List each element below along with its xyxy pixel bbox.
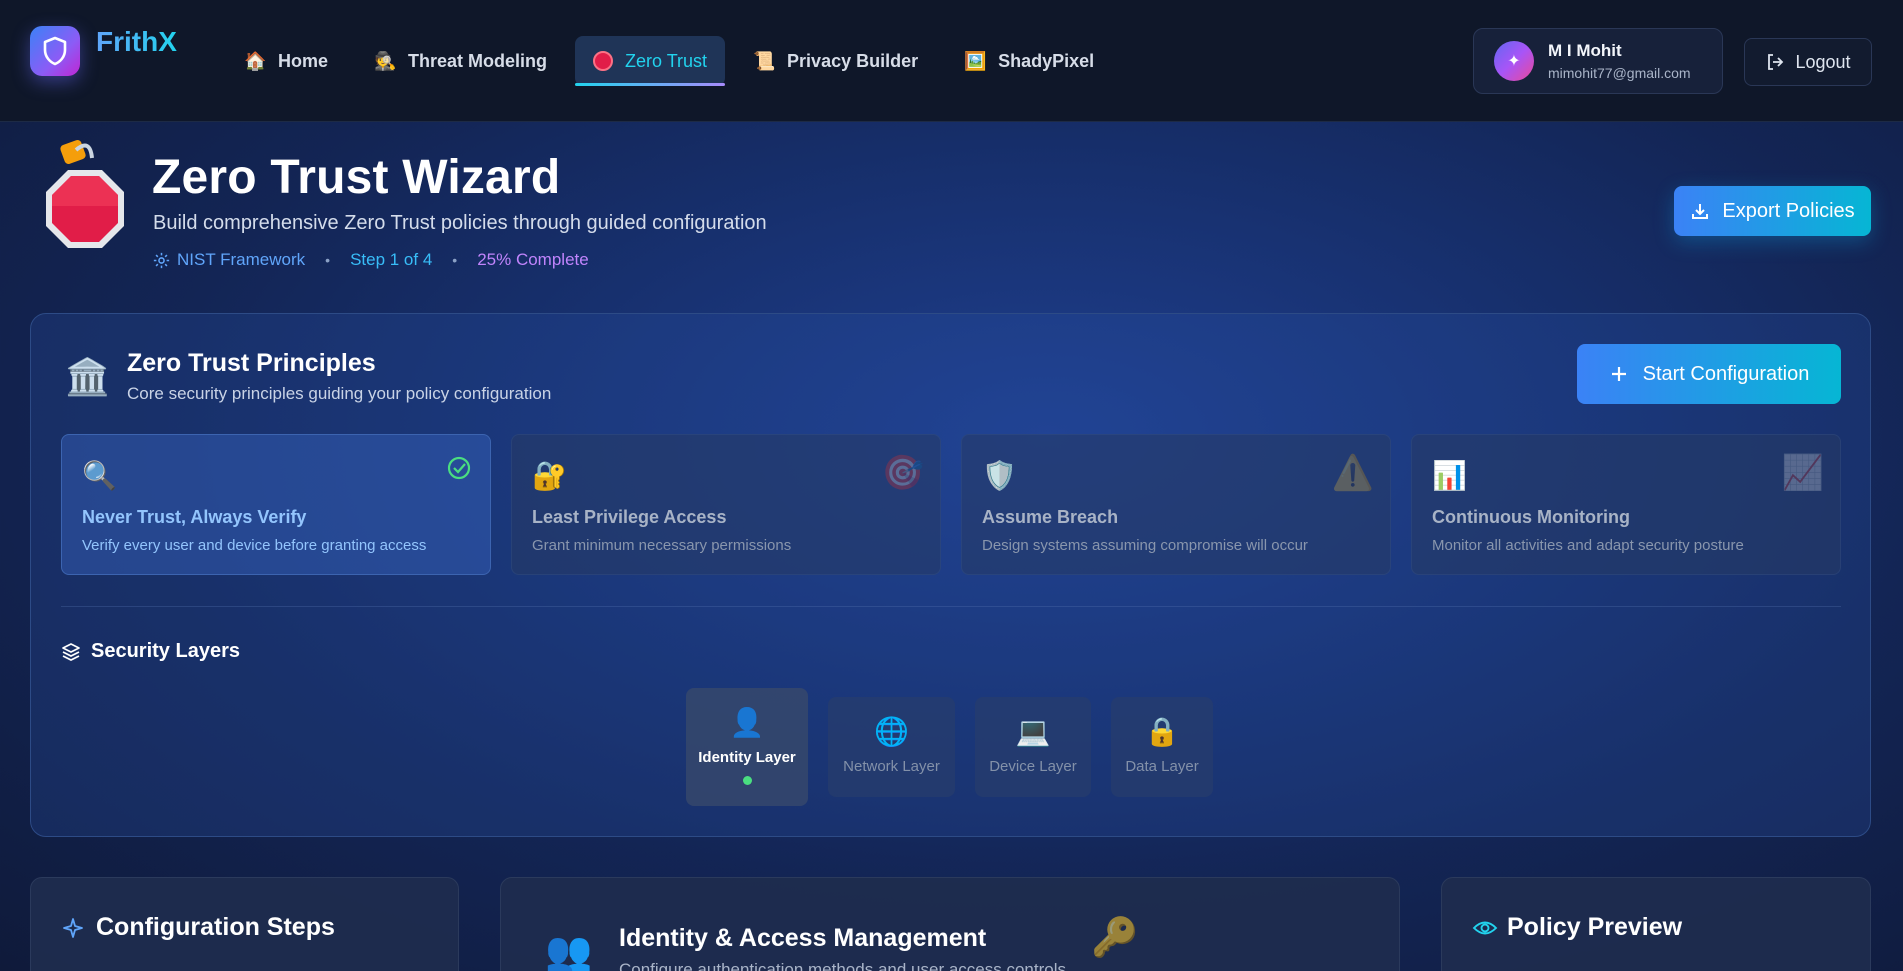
principle-card[interactable]: 🔍 Never Trust, Always Verify Verify ever… <box>61 434 491 575</box>
layers-icon <box>62 642 80 661</box>
top-navbar: FrithX 🏠 Home 🕵️ Threat Modeling Zero Tr… <box>0 0 1903 122</box>
sparkle-icon <box>63 918 83 938</box>
shield-logo-icon <box>30 26 80 76</box>
card-title: Identity & Access Management <box>619 924 987 952</box>
principle-title: Never Trust, Always Verify <box>82 507 307 527</box>
security-layers-heading: Security Layers <box>61 640 240 663</box>
laptop-icon: 💻 <box>1015 716 1051 747</box>
layer-device[interactable]: 💻 Device Layer <box>975 697 1091 797</box>
principles-list: 🔍 Never Trust, Always Verify Verify ever… <box>61 434 1841 575</box>
framework-badge: NIST Framework <box>153 250 305 270</box>
globe-icon: 🌐 <box>874 716 909 747</box>
step-indicator: Step 1 of 4 <box>350 250 433 269</box>
page-subtitle: Build comprehensive Zero Trust policies … <box>153 212 767 234</box>
principle-desc: Design systems assuming compromise will … <box>982 537 1308 554</box>
brand[interactable]: FrithX <box>30 26 177 76</box>
layer-label: Identity Layer <box>698 749 796 766</box>
user-profile[interactable]: ✦ M I Mohit mimohit77@gmail.com <box>1473 28 1723 94</box>
framework-label: NIST Framework <box>177 250 306 269</box>
gear-icon <box>153 252 170 268</box>
shield-icon: 🛡️ <box>982 460 1017 491</box>
nav-item-label: Threat Modeling <box>408 50 548 71</box>
user-name: M I Mohit <box>1548 41 1622 60</box>
export-policies-button[interactable]: Export Policies <box>1674 186 1871 236</box>
stop-sign-lock-icon <box>40 136 130 256</box>
logout-icon <box>1768 54 1784 70</box>
classical-building-icon: 🏛️ <box>65 356 110 397</box>
logout-label: Logout <box>1795 51 1851 72</box>
layer-label: Data Layer <box>1125 758 1199 775</box>
iam-card: 👥 Identity & Access Management Configure… <box>500 877 1400 971</box>
separator-dot: • <box>452 252 458 268</box>
start-label: Start Configuration <box>1642 362 1810 385</box>
download-icon <box>1692 204 1709 219</box>
principle-title: Least Privilege Access <box>532 507 727 527</box>
start-configuration-button[interactable]: Start Configuration <box>1577 344 1841 404</box>
user-email: mimohit77@gmail.com <box>1548 65 1691 81</box>
nav-item-shadypixel[interactable]: 🖼️ ShadyPixel <box>946 36 1112 86</box>
user-icon: 👤 <box>729 707 765 738</box>
principle-card[interactable]: 🛡️ ⚠️ Assume Breach Design systems assum… <box>961 434 1391 575</box>
policy-preview-card: Policy Preview <box>1441 877 1871 971</box>
main-nav: 🏠 Home 🕵️ Threat Modeling Zero Trust 📜 P… <box>226 36 1112 86</box>
lock-key-icon: 🔐 <box>532 460 567 491</box>
separator-dot: • <box>325 252 331 268</box>
eye-icon <box>1472 921 1498 935</box>
layer-label: Device Layer <box>989 758 1077 775</box>
lock-icon: 🔒 <box>1144 716 1180 747</box>
stop-sign-icon <box>593 51 614 71</box>
divider <box>61 606 1841 607</box>
bar-chart-icon: 📊 <box>1432 460 1467 491</box>
nav-item-label: Zero Trust <box>625 50 708 71</box>
layer-network[interactable]: 🌐 Network Layer <box>828 697 955 797</box>
principle-desc: Verify every user and device before gran… <box>82 537 427 554</box>
active-indicator <box>742 776 752 785</box>
security-layers-list: 👤 Identity Layer 🌐 Network Layer 💻 Devic… <box>686 688 1213 806</box>
target-icon: 🎯 <box>881 454 924 492</box>
principle-title: Continuous Monitoring <box>1432 507 1630 527</box>
logout-button[interactable]: Logout <box>1744 38 1872 86</box>
trend-chart-icon: 📈 <box>1781 454 1824 492</box>
avatar: ✦ <box>1494 41 1534 81</box>
nav-item-home[interactable]: 🏠 Home <box>226 36 346 86</box>
nav-item-privacy-builder[interactable]: 📜 Privacy Builder <box>735 36 936 86</box>
plus-icon <box>1611 367 1626 381</box>
check-icon <box>444 453 474 492</box>
detective-icon: 🕵️ <box>374 50 397 71</box>
nav-item-label: Home <box>278 50 329 71</box>
layers-title: Security Layers <box>91 640 240 662</box>
scroll-icon: 📜 <box>753 50 776 71</box>
card-title: Policy Preview <box>1507 913 1683 941</box>
principle-card[interactable]: 🔐 🎯 Least Privilege Access Grant minimum… <box>511 434 941 575</box>
principle-card[interactable]: 📊 📈 Continuous Monitoring Monitor all ac… <box>1411 434 1841 575</box>
magnifier-icon: 🔍 <box>82 460 117 491</box>
layer-label: Network Layer <box>843 758 940 775</box>
progress-text: 25% Complete <box>477 250 589 269</box>
nav-item-label: Privacy Builder <box>787 50 919 71</box>
layer-data[interactable]: 🔒 Data Layer <box>1111 697 1213 797</box>
brand-name: FrithX <box>96 26 177 57</box>
panel-subtitle: Core security principles guiding your po… <box>127 384 552 403</box>
layer-identity[interactable]: 👤 Identity Layer <box>686 688 808 806</box>
card-subtitle: Configure authentication methods and use… <box>619 960 1066 971</box>
wizard-meta: NIST Framework • Step 1 of 4 • 25% Compl… <box>153 250 589 270</box>
home-icon: 🏠 <box>244 50 267 71</box>
nav-item-threat-modeling[interactable]: 🕵️ Threat Modeling <box>356 36 565 86</box>
principle-desc: Monitor all activities and adapt securit… <box>1432 537 1744 554</box>
nav-item-label: ShadyPixel <box>998 50 1095 71</box>
panel-title: Zero Trust Principles <box>127 349 376 377</box>
card-title: Configuration Steps <box>96 913 335 941</box>
export-label: Export Policies <box>1722 199 1855 222</box>
warning-icon: ⚠️ <box>1331 454 1374 492</box>
page-title: Zero Trust Wizard <box>152 151 561 204</box>
principle-desc: Grant minimum necessary permissions <box>532 537 792 554</box>
principles-panel: 🏛️ Zero Trust Principles Core security p… <box>30 313 1871 837</box>
nav-item-zero-trust[interactable]: Zero Trust <box>575 36 726 86</box>
configuration-steps-card: Configuration Steps <box>30 877 459 971</box>
key-icon: 🔑 <box>1091 917 1139 959</box>
principle-title: Assume Breach <box>982 507 1119 527</box>
picture-icon: 🖼️ <box>964 50 987 71</box>
users-icon: 👥 <box>545 931 593 971</box>
